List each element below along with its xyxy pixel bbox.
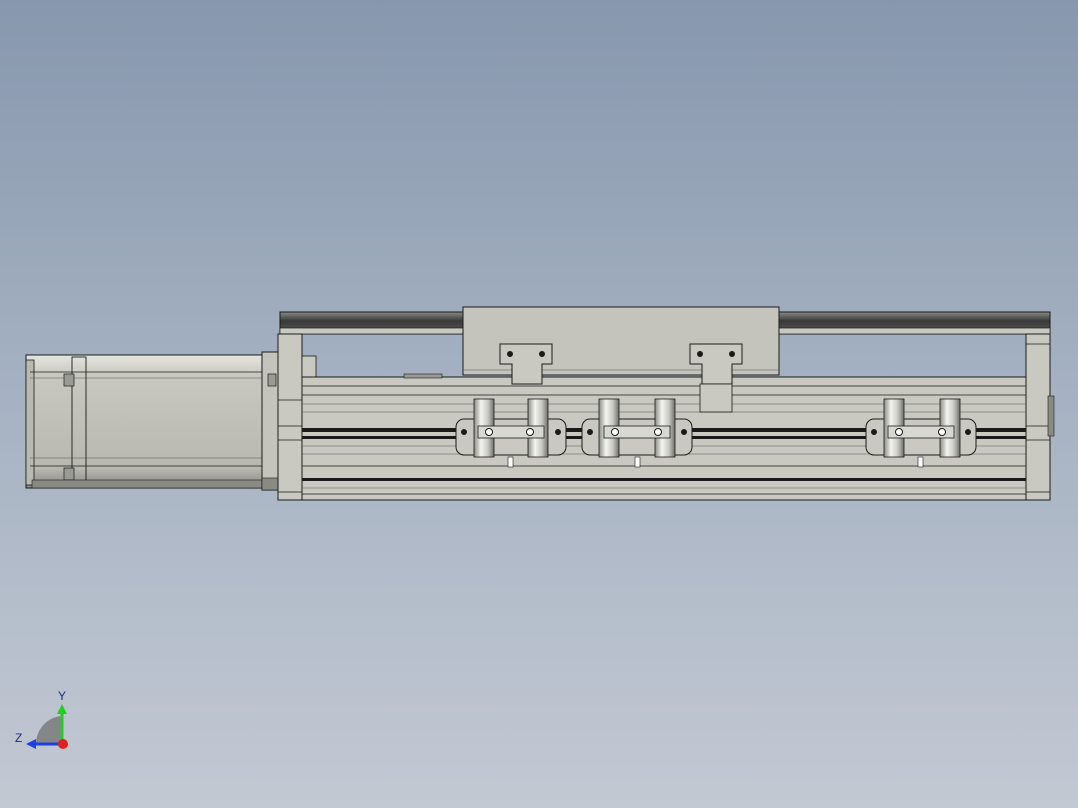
linear-module-model[interactable]: Y Z	[0, 0, 1078, 808]
cad-viewport[interactable]: Y Z	[0, 0, 1078, 808]
axis-triad: Y Z	[15, 689, 68, 749]
right-end-plate[interactable]	[1025, 333, 1055, 501]
z-axis-label: Z	[15, 731, 22, 745]
y-axis-label: Y	[58, 689, 66, 703]
motor-flange[interactable]	[261, 351, 279, 491]
servo-motor[interactable]	[25, 354, 265, 489]
